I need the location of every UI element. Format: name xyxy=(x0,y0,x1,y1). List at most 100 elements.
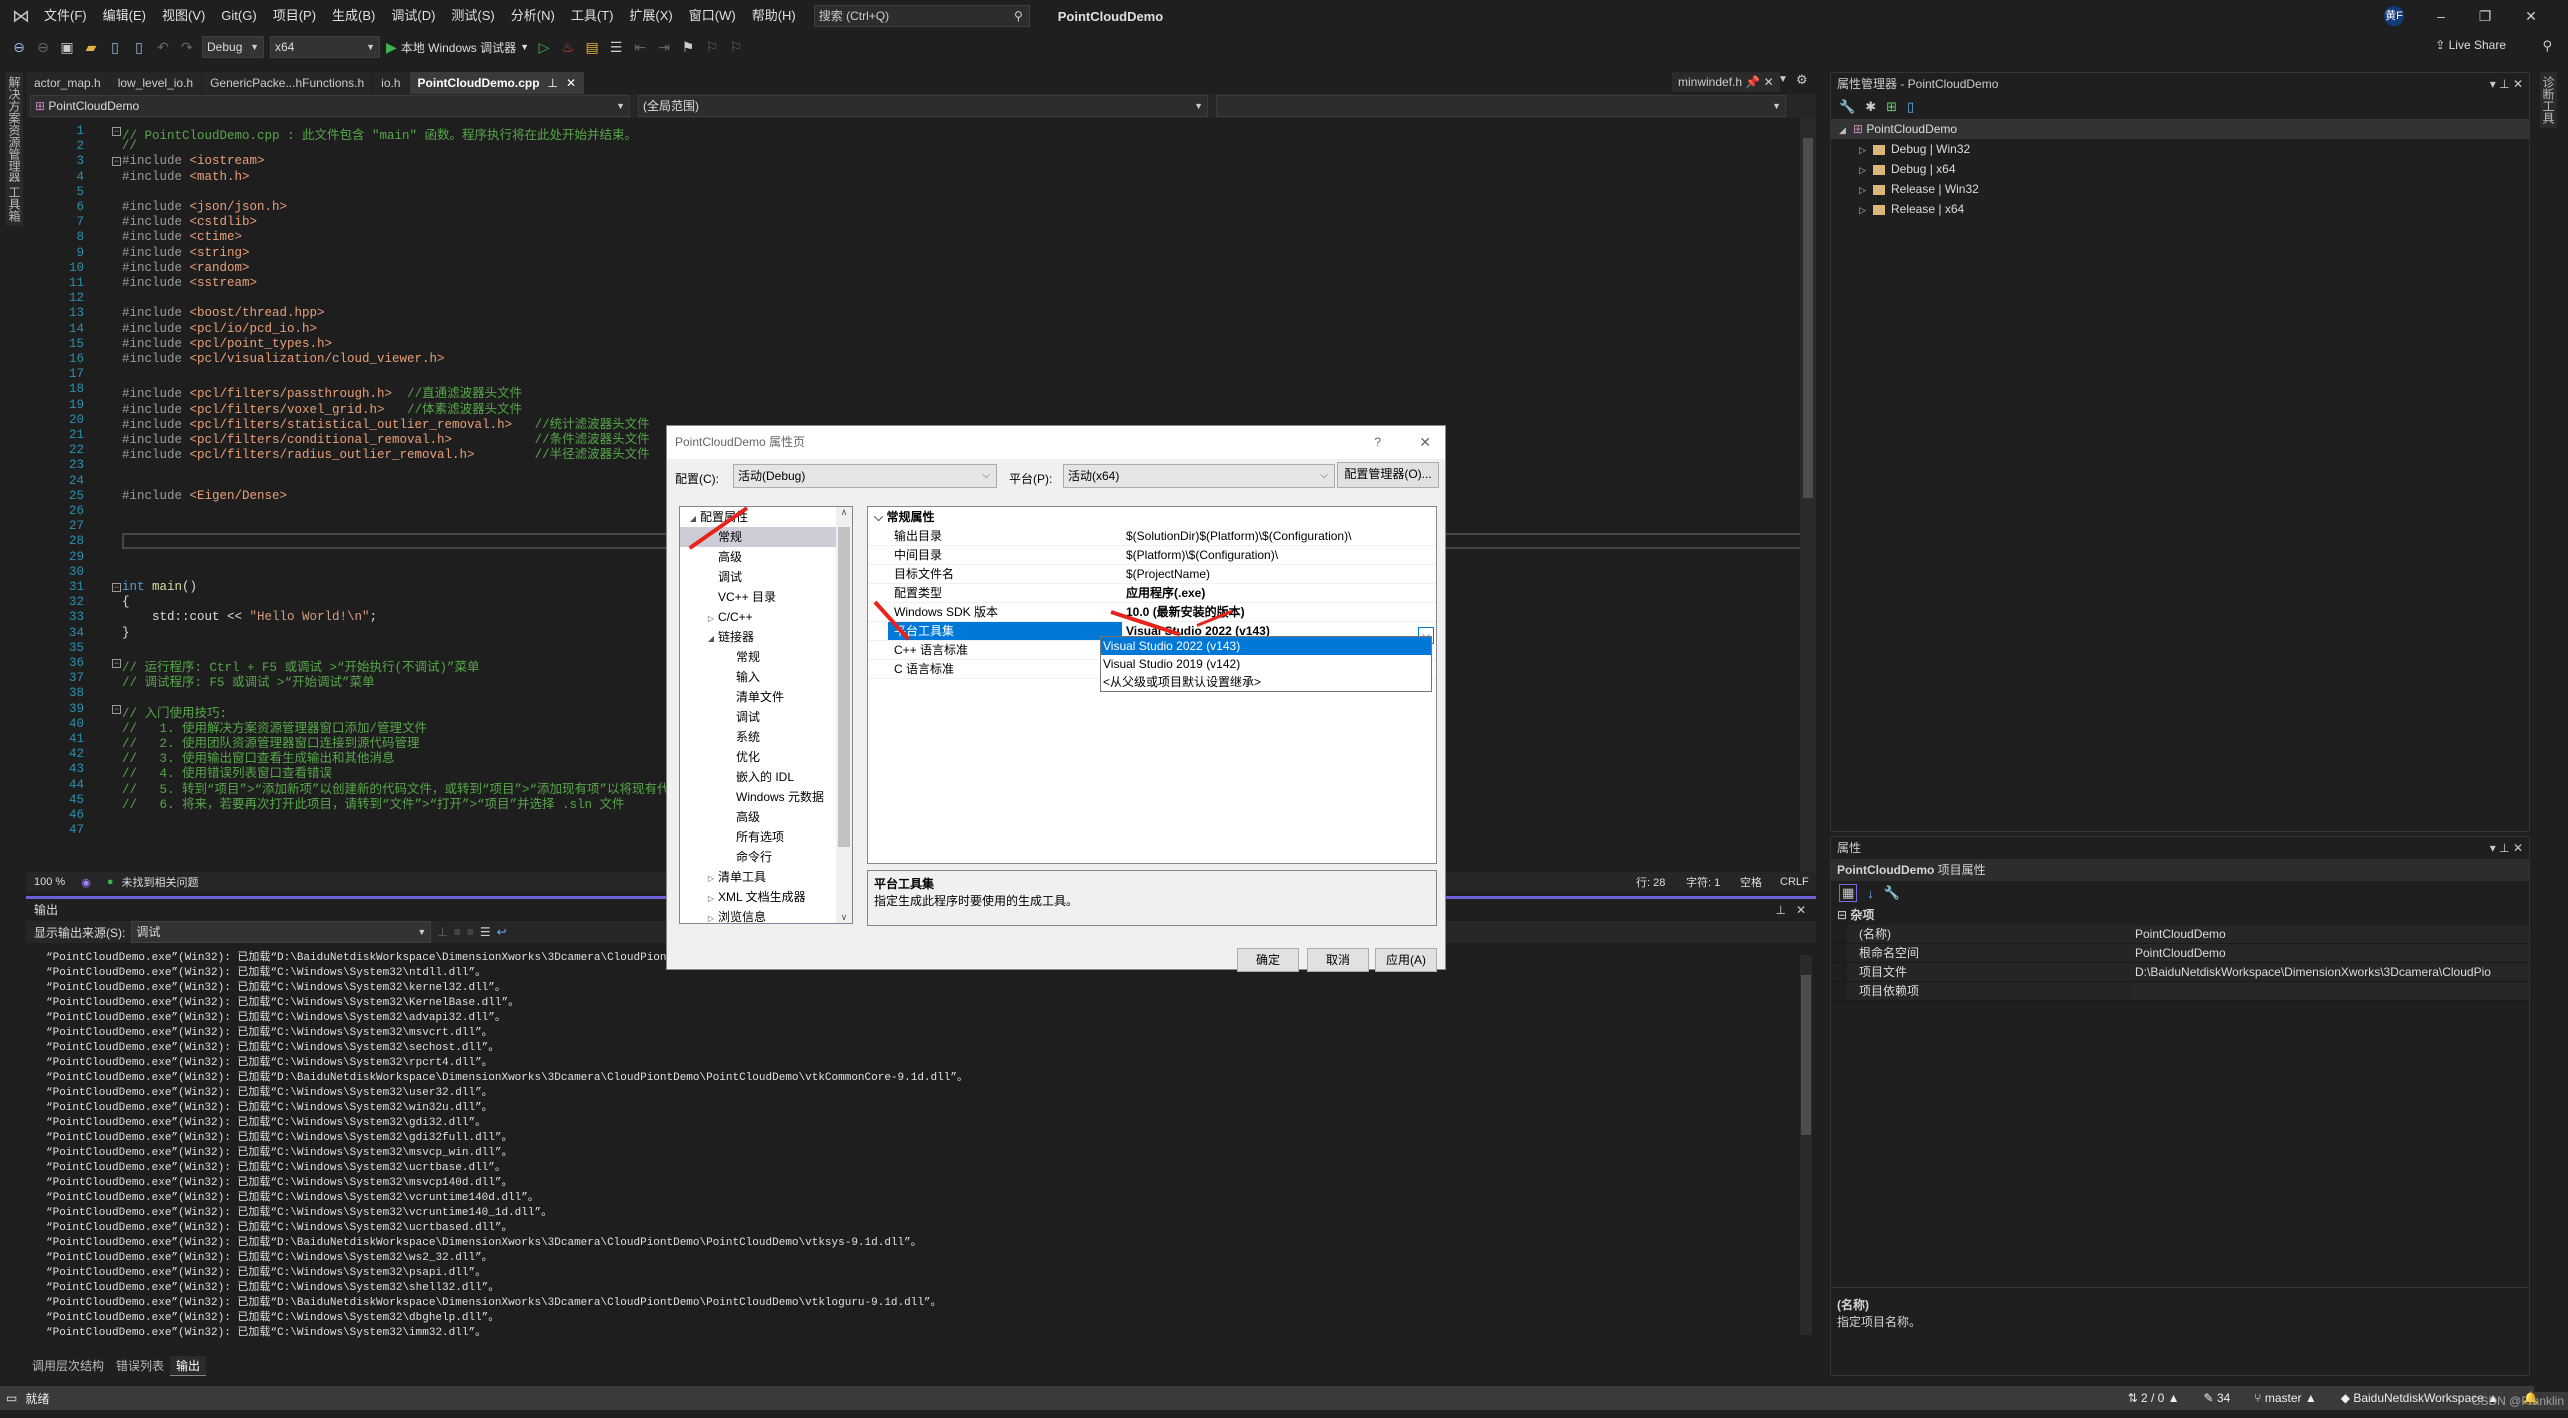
avatar[interactable]: 黄F xyxy=(2384,6,2404,26)
pin-icon[interactable]: ⊥ xyxy=(548,76,558,90)
tree-scrollbar[interactable]: ∧ ∨ xyxy=(836,507,852,923)
code-line[interactable]: #include <string> xyxy=(122,246,250,260)
code-line[interactable]: #include <sstream> xyxy=(122,276,257,290)
menu-item[interactable]: 编辑(E) xyxy=(95,0,154,32)
tree-node[interactable]: 清单文件 xyxy=(680,687,852,707)
ok-button[interactable]: 确定 xyxy=(1237,948,1299,972)
indent-mode[interactable]: 空格 xyxy=(1740,874,1762,890)
configuration-select[interactable]: Debug ▼ xyxy=(202,36,264,58)
expand-arrow-icon[interactable]: ◢ xyxy=(686,509,700,529)
grid-row-value[interactable]: $(ProjectName) xyxy=(1122,565,1436,583)
grid-row[interactable]: Windows SDK 版本 10.0 (最新安装的版本) xyxy=(868,603,1436,622)
apply-button[interactable]: 应用(A) xyxy=(1375,948,1437,972)
line-ending[interactable]: CRLF xyxy=(1780,876,1809,888)
prev-bookmark-icon[interactable]: ⚐ xyxy=(703,39,721,56)
code-line[interactable]: #include <iostream> xyxy=(122,154,265,168)
scroll-down-icon[interactable]: ∨ xyxy=(836,912,852,923)
code-line[interactable]: #include <Eigen/Dense> xyxy=(122,489,287,503)
collapse-chevron-icon[interactable]: ⌵ xyxy=(874,510,886,524)
feedback-icon[interactable]: ⚲ xyxy=(2542,38,2552,54)
menu-item[interactable]: 测试(S) xyxy=(443,0,502,32)
save-icon[interactable]: ▯ xyxy=(106,39,124,56)
collapse-icon[interactable]: ⊟ xyxy=(1837,908,1850,922)
tree-node[interactable]: 嵌入的 IDL xyxy=(680,767,852,787)
configuration-manager-button[interactable]: 配置管理器(O)... xyxy=(1337,462,1439,488)
fold-toggle-icon[interactable]: − xyxy=(112,659,121,668)
start-without-debugging-icon[interactable]: ▷ xyxy=(535,39,553,56)
live-share-button[interactable]: ⇪ Live Share xyxy=(2435,38,2506,52)
save-icon[interactable]: ▯ xyxy=(1907,99,1914,115)
output-vertical-scrollbar[interactable] xyxy=(1800,955,1812,1335)
dialog-close-button[interactable]: ✕ xyxy=(1419,426,1431,459)
grid-row[interactable]: 目标文件名 $(ProjectName) xyxy=(868,565,1436,584)
menu-item[interactable]: 窗口(W) xyxy=(681,0,744,32)
tree-node[interactable]: ▷ XML 文档生成器 xyxy=(680,887,852,907)
grid-category[interactable]: ⌵ 常规属性 xyxy=(868,507,1436,527)
format-icon[interactable]: ☰ xyxy=(607,39,625,56)
dialog-platform-select[interactable]: 活动(x64) ⌵ xyxy=(1063,464,1335,488)
tree-node[interactable]: 高级 xyxy=(680,807,852,827)
menu-item[interactable]: 生成(B) xyxy=(324,0,383,32)
indent-icon[interactable]: ⇥ xyxy=(655,39,673,56)
code-line[interactable]: // 调试程序: F5 或调试 >“开始调试”菜单 xyxy=(122,671,375,690)
gear-icon[interactable]: ⚙ xyxy=(1796,72,1808,88)
menu-item[interactable]: 调试(D) xyxy=(383,0,443,32)
menu-item[interactable]: 工具(T) xyxy=(563,0,622,32)
diagnostic-tools-tab[interactable]: 诊断工具 xyxy=(2540,72,2557,128)
property-value[interactable]: D:\BaiduNetdiskWorkspace\DimensionXworks… xyxy=(2131,963,2529,981)
tree-node[interactable]: ▷ 清单工具 xyxy=(680,867,852,887)
grid-row[interactable]: 中间目录 $(Platform)\$(Configuration)\ xyxy=(868,546,1436,565)
dropdown-option[interactable]: Visual Studio 2019 (v142) xyxy=(1101,655,1431,673)
tree-node[interactable]: ◢ 配置属性 xyxy=(680,507,852,527)
close-icon[interactable]: ✕ xyxy=(1764,75,1774,89)
tree-node[interactable]: 命令行 xyxy=(680,847,852,867)
code-line[interactable]: std::cout << "Hello World!\n"; xyxy=(122,610,377,624)
grid-row[interactable]: 输出目录 $(SolutionDir)$(Platform)\$(Configur… xyxy=(868,527,1436,546)
expand-arrow-icon[interactable]: ◢ xyxy=(704,629,718,649)
platform-select[interactable]: x64 ▼ xyxy=(270,36,380,58)
panel-controls[interactable]: ▾ ⊥ ✕ xyxy=(2490,73,2523,95)
next-bookmark-icon[interactable]: ⚐ xyxy=(727,39,745,56)
minimize-button[interactable]: – xyxy=(2426,0,2456,32)
document-tab[interactable]: GenericPacke...hFunctions.h xyxy=(202,72,374,94)
redo-icon[interactable]: ↷ xyxy=(178,39,196,56)
panel-controls[interactable]: ▾ ⊥ ✕ xyxy=(2490,837,2523,859)
code-line[interactable]: { xyxy=(122,595,130,609)
code-line[interactable]: #include <boost/thread.hpp> xyxy=(122,306,325,320)
tree-node[interactable]: 调试 xyxy=(680,707,852,727)
copilot-icon[interactable]: ◉ xyxy=(73,876,99,889)
alphabetical-icon[interactable]: ↓ xyxy=(1867,886,1874,901)
tree-item-config[interactable]: ▷ Debug | Win32 xyxy=(1831,139,2529,159)
property-value[interactable] xyxy=(2131,982,2529,1000)
code-line[interactable]: // 6. 将来，若要再次打开此项目，请转到“文件”>“打开”>“项目”并选择 … xyxy=(122,793,625,812)
restore-button[interactable]: ❐ xyxy=(2470,0,2500,32)
property-row[interactable]: (名称) PointCloudDemo xyxy=(1831,925,2529,944)
tree-node[interactable]: 优化 xyxy=(680,747,852,767)
menu-item[interactable]: 帮助(H) xyxy=(744,0,804,32)
expand-arrow-icon[interactable]: ▷ xyxy=(1859,180,1873,200)
code-line[interactable]: #include <random> xyxy=(122,261,250,275)
tree-node[interactable]: ▷ 浏览信息 xyxy=(680,907,852,923)
tree-node[interactable]: ▷ C/C++ xyxy=(680,607,852,627)
fold-toggle-icon[interactable]: − xyxy=(112,704,121,714)
properties-wrench-icon[interactable]: 🔧 xyxy=(1839,99,1855,115)
grid-row-value[interactable]: 应用程序(.exe) xyxy=(1122,584,1436,602)
expand-arrow-icon[interactable]: ▷ xyxy=(704,609,718,629)
close-icon[interactable]: ✕ xyxy=(1796,899,1806,921)
code-line[interactable]: #include <pcl/point_types.h> xyxy=(122,337,332,351)
category-misc[interactable]: ⊟ 杂项 xyxy=(1831,905,2529,925)
solution-explorer-icon[interactable]: ▤ xyxy=(583,39,601,56)
add-new-property-sheet-icon[interactable]: ✱ xyxy=(1865,99,1876,115)
code-line[interactable]: #include <cstdlib> xyxy=(122,215,257,229)
expand-arrow-icon[interactable]: ▷ xyxy=(1859,160,1873,180)
property-row[interactable]: 项目文件 D:\BaiduNetdiskWorkspace\DimensionXw… xyxy=(1831,963,2529,982)
expand-arrow-icon[interactable]: ▷ xyxy=(1859,140,1873,160)
property-value[interactable]: PointCloudDemo xyxy=(2131,925,2529,943)
grid-row-value[interactable]: $(SolutionDir)$(Platform)\$(Configuratio… xyxy=(1122,527,1436,545)
scrollbar-thumb[interactable] xyxy=(838,527,850,847)
document-tab[interactable]: io.h xyxy=(373,72,410,94)
tree-item-config[interactable]: ▷ Debug | x64 xyxy=(1831,159,2529,179)
code-line[interactable]: // PointCloudDemo.cpp : 此文件包含 "main" 函数。… xyxy=(122,124,637,143)
tree-node[interactable]: 系统 xyxy=(680,727,852,747)
scroll-up-icon[interactable]: ∧ xyxy=(836,507,852,518)
